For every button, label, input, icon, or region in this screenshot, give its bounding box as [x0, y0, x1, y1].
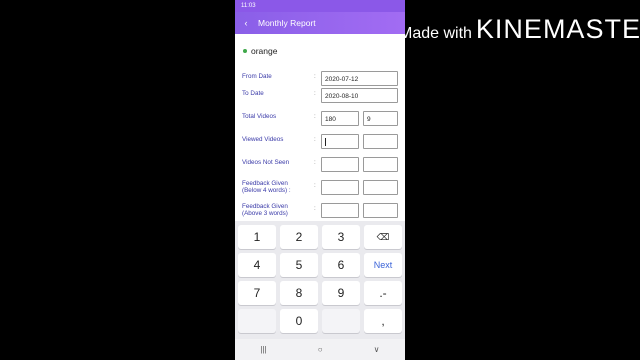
from-date-label: From Date — [242, 73, 272, 80]
numeric-keyboard: 1 2 3 ⌫ 4 5 6 Next 7 8 9 .- 0 , — [235, 221, 405, 339]
total-videos-field-2[interactable]: 9 — [363, 111, 398, 126]
watermark-prefix: Made with — [399, 25, 472, 42]
key-9[interactable]: 9 — [322, 281, 360, 305]
comma-key[interactable]: , — [364, 309, 402, 333]
videos-not-seen-field-1[interactable] — [321, 157, 359, 172]
profile-name: orange — [251, 46, 278, 56]
key-2[interactable]: 2 — [280, 225, 318, 249]
feedback-above-row: Feedback Given (Above 3 words) : — [242, 203, 402, 221]
key-0[interactable]: 0 — [280, 309, 318, 333]
key-8[interactable]: 8 — [280, 281, 318, 305]
total-videos-field-1[interactable]: 180 — [321, 111, 359, 126]
viewed-videos-field-2[interactable] — [363, 134, 398, 149]
to-date-field[interactable]: 2020-08-10 — [321, 88, 398, 103]
blank-key — [238, 309, 276, 333]
total-videos-row: Total Videos : 180 9 — [242, 111, 402, 129]
colon: : — [314, 113, 316, 120]
kinemaster-watermark: Made withKINEMASTER — [399, 14, 640, 45]
viewed-videos-label: Viewed Videos — [242, 136, 284, 143]
feedback-above-field-1[interactable] — [321, 203, 359, 218]
key-1[interactable]: 1 — [238, 225, 276, 249]
status-bar: 11:03 — [235, 0, 405, 12]
home-icon[interactable]: ○ — [318, 345, 323, 354]
dot-minus-key[interactable]: .- — [364, 281, 402, 305]
feedback-above-label: Feedback Given (Above 3 words) — [242, 203, 288, 217]
colon: : — [314, 182, 316, 189]
system-nav-bar: ||| ○ ∨ — [235, 339, 405, 360]
videos-not-seen-label: Videos Not Seen — [242, 159, 290, 166]
feedback-below-row: Feedback Given (Below 4 words) : : — [242, 180, 402, 198]
total-videos-label: Total Videos — [242, 113, 277, 120]
from-date-row: From Date : 2020-07-12 — [242, 71, 402, 89]
profile-name-row: orange — [243, 46, 277, 56]
key-6[interactable]: 6 — [322, 253, 360, 277]
feedback-above-field-2[interactable] — [363, 203, 398, 218]
status-dot-icon — [243, 49, 247, 53]
colon: : — [314, 159, 316, 166]
videos-not-seen-row: Videos Not Seen : — [242, 157, 402, 175]
feedback-below-label: Feedback Given (Below 4 words) : — [242, 180, 291, 194]
back-arrow-icon[interactable]: ‹ — [238, 18, 254, 28]
key-3[interactable]: 3 — [322, 225, 360, 249]
colon: : — [314, 90, 316, 97]
page-title: Monthly Report — [258, 18, 316, 28]
phone-screen: 11:03 ‹ Monthly Report orange From Date … — [235, 0, 405, 360]
to-date-label: To Date — [242, 90, 264, 97]
key-5[interactable]: 5 — [280, 253, 318, 277]
recents-icon[interactable]: ||| — [261, 345, 267, 354]
videos-not-seen-field-2[interactable] — [363, 157, 398, 172]
viewed-videos-field-1[interactable] — [321, 134, 359, 149]
report-form: orange From Date : 2020-07-12 To Date : … — [235, 34, 405, 221]
colon: : — [314, 73, 316, 80]
blank-key — [322, 309, 360, 333]
viewed-videos-row: Viewed Videos : — [242, 134, 402, 152]
next-key[interactable]: Next — [364, 253, 402, 277]
colon: : — [314, 205, 316, 212]
text-cursor — [325, 138, 326, 147]
feedback-below-field-2[interactable] — [363, 180, 398, 195]
back-nav-icon[interactable]: ∨ — [374, 345, 380, 354]
colon: : — [314, 136, 316, 143]
key-4[interactable]: 4 — [238, 253, 276, 277]
from-date-field[interactable]: 2020-07-12 — [321, 71, 398, 86]
backspace-icon[interactable]: ⌫ — [364, 225, 402, 249]
key-7[interactable]: 7 — [238, 281, 276, 305]
watermark-brand: KINEMASTER — [475, 14, 640, 44]
app-bar: ‹ Monthly Report — [235, 12, 405, 34]
status-time: 11:03 — [241, 3, 256, 9]
to-date-row: To Date : 2020-08-10 — [242, 88, 402, 106]
feedback-below-field-1[interactable] — [321, 180, 359, 195]
